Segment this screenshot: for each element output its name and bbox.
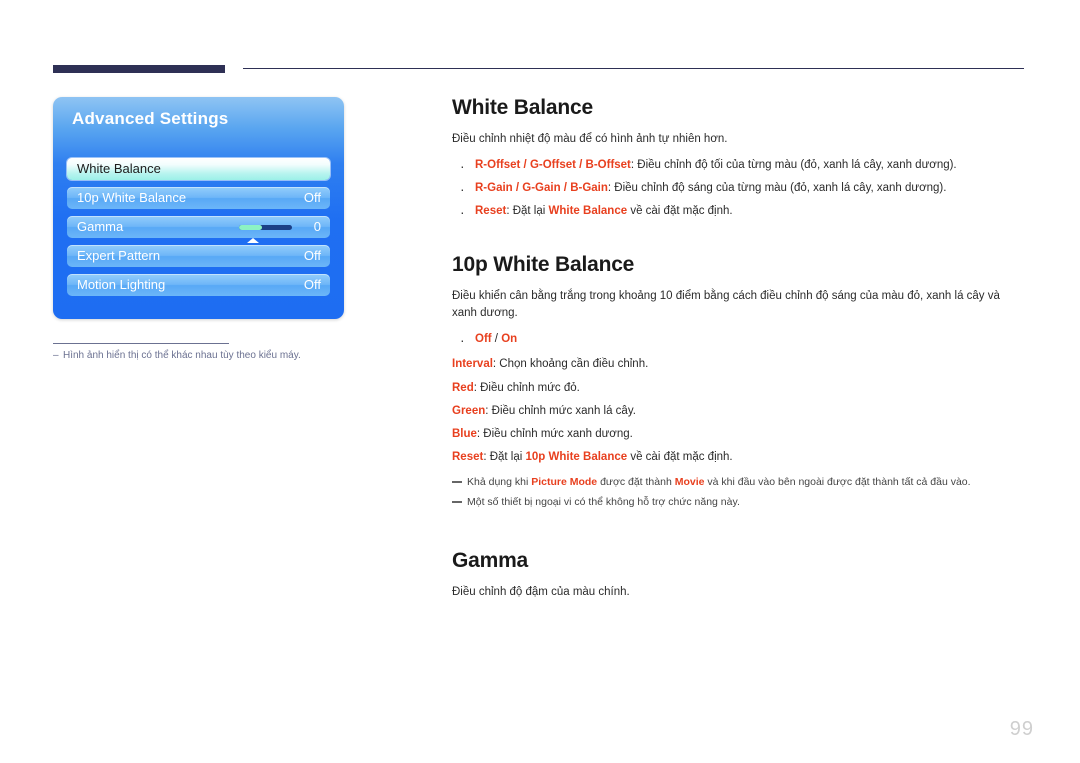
bullet-key-secondary: White Balance (548, 205, 628, 218)
section-lead-white-balance: Điều chỉnh nhiệt độ màu để có hình ảnh t… (452, 133, 728, 145)
osd-menu-item-10p-white-balance[interactable]: 10p White Balance Off (67, 187, 330, 209)
osd-menu-item-label: Expert Pattern (77, 248, 161, 263)
definition-key: Interval (452, 358, 493, 371)
note-item: Một số thiết bị ngoại vi có thể không hỗ… (452, 495, 1026, 511)
tenp-bullet-list: Off / On (452, 330, 1026, 351)
list-item: Interval: Chọn khoảng cần điều chỉnh. (452, 356, 1026, 373)
note-item: Khả dụng khi Picture Mode được đặt thành… (452, 475, 1026, 491)
osd-menu-item-label: Gamma (77, 219, 124, 234)
bullet-text: : Điều chỉnh độ tối của từng màu (đỏ, xa… (630, 158, 957, 171)
bullet-text-secondary: về cài đặt mặc định. (627, 205, 733, 218)
list-item: Reset: Đặt lại White Balance về cài đặt … (452, 202, 1026, 223)
figure-footnote: – Hình ảnh hiển thị có thể khác nhau tùy … (53, 350, 301, 361)
header-accent-bar (53, 65, 225, 73)
bullet-key-secondary: On (501, 333, 518, 346)
definition-key-secondary: 10p White Balance (525, 451, 628, 464)
definition-key: Red (452, 381, 474, 394)
bullet-text: : Đặt lại (506, 205, 549, 218)
osd-menu-item-value: 0 (313, 219, 321, 234)
page-number: 99 (1009, 718, 1034, 740)
list-item: R-Offset / G-Offset / B-Offset: Điều chỉ… (452, 156, 1026, 177)
osd-menu-item-label: Motion Lighting (77, 277, 166, 292)
osd-menu-list: White Balance 10p White Balance Off Gamm… (67, 158, 330, 303)
definition-text: : Điều chỉnh mức đỏ. (473, 381, 580, 394)
bullet-key: Off (475, 333, 492, 346)
osd-menu-item-label: White Balance (77, 161, 161, 176)
osd-menu-item-value: Off (303, 248, 321, 263)
osd-menu-item-label: 10p White Balance (77, 190, 187, 205)
definition-text-secondary: về cài đặt mặc định. (627, 451, 733, 464)
osd-menu-item-value: Off (303, 277, 321, 292)
osd-menu-item-motion-lighting[interactable]: Motion Lighting Off (67, 274, 330, 296)
definition-text: : Điều chỉnh mức xanh dương. (476, 428, 633, 441)
definition-key: Green (452, 404, 486, 417)
osd-menu-item-value: Off (303, 190, 321, 205)
definition-text: : Đặt lại (483, 451, 526, 464)
footnote-text: Hình ảnh hiển thị có thể khác nhau tùy t… (63, 350, 301, 361)
figure-footnote-rule (53, 343, 229, 344)
section-title-white-balance: White Balance (452, 96, 593, 119)
definition-text: : Chọn khoảng cần điều chỉnh. (492, 358, 649, 371)
bullet-text: : Điều chỉnh độ sáng của từng màu (đỏ, x… (607, 182, 947, 195)
gamma-slider-fill (239, 225, 262, 230)
note-text-c: và khi đầu vào bên ngoài được đặt thành … (704, 475, 971, 488)
bullet-key: Reset (475, 205, 507, 218)
note-key-1: Picture Mode (531, 475, 598, 488)
list-item: Reset: Đặt lại 10p White Balance về cài … (452, 449, 1026, 466)
note-text-a: Khả dụng khi (467, 475, 532, 488)
list-item: Off / On (452, 330, 1026, 351)
list-item: Green: Điều chỉnh mức xanh lá cây. (452, 403, 1026, 420)
list-item: Blue: Điều chỉnh mức xanh dương. (452, 426, 1026, 443)
header-divider-line (243, 68, 1024, 69)
note-text-b: được đặt thành (597, 475, 675, 488)
gamma-slider[interactable] (239, 225, 292, 230)
page-header-rules (0, 0, 1080, 80)
osd-menu-item-white-balance[interactable]: White Balance (67, 158, 330, 180)
definition-key: Blue (452, 428, 477, 441)
bullet-key: R-Offset / G-Offset / B-Offset (475, 158, 631, 171)
note-key-2: Movie (674, 475, 705, 488)
footnote-dash: – (53, 350, 59, 361)
tenp-definition-list: Interval: Chọn khoảng cần điều chỉnh. Re… (452, 356, 1026, 466)
section-title-gamma: Gamma (452, 549, 529, 573)
osd-advanced-settings-panel: Advanced Settings White Balance 10p Whit… (53, 97, 344, 319)
list-item: R-Gain / G-Gain / B-Gain: Điều chỉnh độ … (452, 179, 1026, 200)
section-lead-gamma: Điều chỉnh độ đậm của màu chính. (452, 586, 630, 599)
definition-text: : Điều chỉnh mức xanh lá cây. (485, 404, 636, 417)
osd-menu-item-expert-pattern[interactable]: Expert Pattern Off (67, 245, 330, 267)
bullet-separator: / (491, 333, 502, 346)
section-title-10p-white-balance: 10p White Balance (452, 252, 635, 276)
definition-key: Reset (452, 451, 484, 464)
osd-menu-item-gamma[interactable]: Gamma 0 (67, 216, 330, 238)
bullet-key: R-Gain / G-Gain / B-Gain (475, 182, 608, 195)
list-item: Red: Điều chỉnh mức đỏ. (452, 380, 1026, 397)
section-lead-10p-white-balance: Điều khiển cân bằng trắng trong khoảng 1… (452, 289, 1000, 320)
osd-panel-title: Advanced Settings (72, 109, 229, 128)
white-balance-bullet-list: R-Offset / G-Offset / B-Offset: Điều chỉ… (452, 156, 1026, 224)
note-text-a: Một số thiết bị ngoại vi có thể không hỗ… (467, 496, 740, 509)
document-body: White Balance Điều chỉnh nhiệt độ màu để… (452, 96, 1026, 602)
tenp-notes-list: Khả dụng khi Picture Mode được đặt thành… (452, 475, 1026, 512)
